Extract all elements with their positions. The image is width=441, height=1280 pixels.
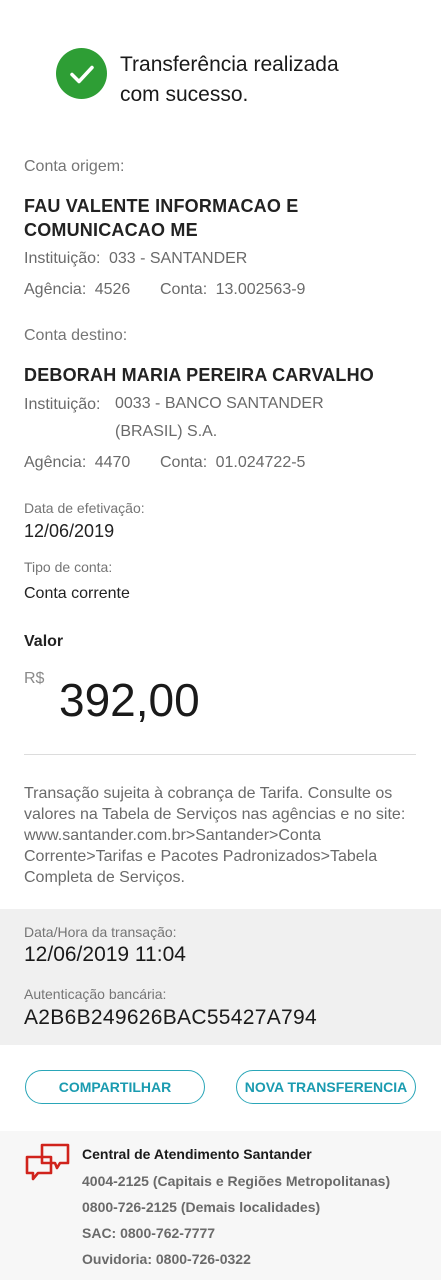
account-type-value: Conta corrente	[24, 585, 130, 602]
origin-account-value: 13.002563-9	[215, 281, 306, 298]
date-value: 12/06/2019	[24, 521, 115, 541]
destination-institution-value-line2: (BRASIL) S.A.	[115, 423, 218, 440]
success-title: Transferência realizada com sucesso.	[120, 50, 420, 110]
support-line-capitals: 4004-2125 (Capitais e Regiões Metropolit…	[82, 1173, 391, 1189]
transaction-info-block: Data/Hora da transação: 12/06/2019 11:04…	[0, 909, 441, 1045]
fee-disclaimer: Transação sujeita à cobrança de Tarifa. …	[24, 785, 406, 886]
authentication-value: A2B6B249626BAC55427A794	[24, 1006, 317, 1029]
share-button[interactable]: COMPARTILHAR	[25, 1070, 205, 1104]
transaction-datetime-label: Data/Hora da transação:	[24, 924, 177, 940]
destination-account: Conta: 01.024722-5	[160, 454, 305, 472]
new-transfer-button[interactable]: NOVA TRANSFERENCIA	[236, 1070, 416, 1104]
amount-label: Valor	[24, 633, 64, 650]
origin-agency: Agência: 4526	[24, 281, 130, 299]
origin-agency-label: Agência:	[24, 281, 87, 298]
origin-section-label: Conta origem:	[24, 158, 125, 175]
support-line-other: 0800-726-2125 (Demais localidades)	[82, 1199, 321, 1215]
chat-bubbles-icon	[24, 1143, 72, 1183]
origin-name: FAU VALENTE INFORMACAO E COMUNICACAO ME	[24, 194, 424, 242]
destination-institution-value-line1: 0033 - BANCO SANTANDER	[115, 395, 324, 412]
destination-agency: Agência: 4470	[24, 454, 130, 472]
origin-agency-value: 4526	[94, 281, 131, 298]
origin-name-line2: COMUNICACAO ME	[24, 220, 198, 240]
support-footer: Central de Atendimento Santander 4004-21…	[0, 1131, 441, 1280]
origin-name-line1: FAU VALENTE INFORMACAO E	[24, 196, 299, 216]
destination-account-label: Conta:	[160, 454, 208, 471]
success-title-line1: Transferência realizada	[120, 53, 339, 76]
destination-name: DEBORAH MARIA PEREIRA CARVALHO	[24, 365, 375, 385]
support-line-ombudsman: Ouvidoria: 0800-726-0322	[82, 1251, 251, 1267]
destination-section-label: Conta destino:	[24, 327, 128, 344]
origin-account: Conta: 13.002563-9	[160, 281, 305, 299]
origin-account-label: Conta:	[160, 281, 208, 298]
success-title-line2: com sucesso.	[120, 83, 249, 106]
support-title: Central de Atendimento Santander	[82, 1146, 312, 1162]
destination-agency-value: 4470	[94, 454, 131, 471]
destination-institution-value: 0033 - BANCO SANTANDER (BRASIL) S.A.	[115, 390, 324, 446]
divider	[24, 754, 416, 755]
amount-value: 392,00	[59, 674, 200, 726]
origin-institution-value: 033 - SANTANDER	[108, 250, 248, 267]
date-label: Data de efetivação:	[24, 500, 145, 516]
destination-account-value: 01.024722-5	[215, 454, 306, 471]
origin-institution: Instituição: 033 - SANTANDER	[24, 250, 247, 268]
destination-institution-label: Instituição:	[24, 396, 101, 413]
origin-institution-label: Instituição:	[24, 250, 101, 267]
currency-symbol: R$	[24, 670, 45, 687]
transaction-datetime-value: 12/06/2019 11:04	[24, 943, 186, 966]
account-type-label: Tipo de conta:	[24, 559, 113, 575]
support-line-sac: SAC: 0800-762-7777	[82, 1225, 216, 1241]
destination-agency-label: Agência:	[24, 454, 87, 471]
authentication-label: Autenticação bancária:	[24, 986, 167, 1002]
check-icon	[56, 48, 107, 99]
